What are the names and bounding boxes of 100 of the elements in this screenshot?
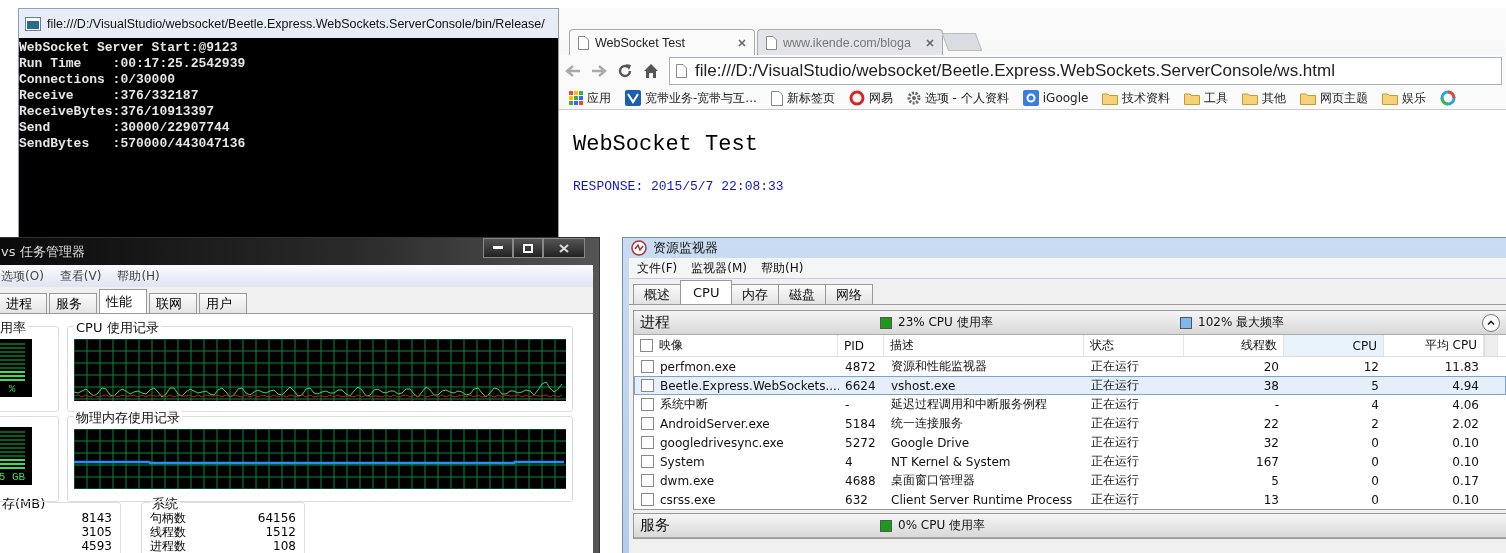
group-title: CPU 使用记录 — [74, 319, 161, 337]
menu-item[interactable]: 查看(V) — [59, 267, 102, 285]
process-row[interactable]: Beetle.Express.WebSockets.... 6624 vshost.exe 正在运行 38 5 4.94 — [634, 376, 1506, 395]
table-cell: System — [660, 454, 705, 469]
bookmark[interactable]: iGoogle — [1042, 91, 1089, 105]
table-cell: Google Drive — [891, 435, 970, 450]
bookmark[interactable]: 宽带业务-宽带与互... — [645, 89, 757, 107]
square-logo-icon — [1022, 90, 1039, 106]
tab[interactable]: 概述 — [633, 284, 681, 304]
home-icon[interactable] — [643, 63, 659, 79]
table-cell: 4688 — [845, 473, 876, 488]
menu-item[interactable]: 帮助(H) — [117, 267, 160, 285]
folder-icon — [1184, 91, 1201, 105]
table-cell: 22 — [1263, 416, 1279, 431]
table-cell: 6624 — [845, 378, 876, 393]
bookmark[interactable]: 娱乐 — [1402, 89, 1427, 107]
process-row[interactable]: 系统中断 - 延迟过程调用和中断服务例程 正在运行 - 4 4.06 — [634, 395, 1506, 414]
checkbox[interactable] — [641, 398, 654, 411]
url-text: file:///D:/VisualStudio/websocket/Beetle.Express.WebSockets.ServerConsole/ws.html — [695, 61, 1335, 81]
folder-icon — [1102, 91, 1119, 105]
process-row[interactable]: googledrivesync.exe 5272 Google Drive 正在运行 32 0 0.10 — [634, 433, 1506, 452]
table-cell: 167 — [1256, 454, 1279, 469]
browser-tab[interactable]: www.ikende.com/bloga — [757, 29, 943, 55]
process-row[interactable]: csrss.exe 632 Client Server Runtime Process 正在运行 13 0 0.10 — [634, 490, 1506, 509]
tab[interactable]: 进程 — [0, 293, 47, 313]
back-icon[interactable] — [565, 64, 581, 78]
column-header[interactable]: CPU — [1284, 335, 1384, 356]
tab[interactable]: 用户 — [199, 293, 247, 313]
bookmark[interactable]: 新标签页 — [786, 89, 835, 107]
menu-item[interactable]: 监视器(M) — [691, 259, 747, 277]
tab[interactable]: 网络 — [825, 284, 874, 304]
section-header[interactable]: 服务 0% CPU 使用率 — [634, 514, 1506, 538]
page-icon — [770, 90, 783, 106]
table-cell: 4 — [845, 454, 853, 469]
process-row[interactable]: dwm.exe 4688 桌面窗口管理器 正在运行 5 0 0.17 — [634, 471, 1506, 490]
column-header[interactable]: 描述 — [884, 335, 1084, 356]
collapse-button[interactable] — [1482, 313, 1500, 332]
bookmark[interactable]: 网易 — [868, 89, 893, 107]
close-button[interactable] — [543, 238, 585, 258]
column-header[interactable]: 映像 — [634, 335, 838, 356]
checkbox[interactable] — [641, 493, 654, 506]
close-icon[interactable] — [926, 38, 934, 47]
process-row[interactable]: perfmon.exe 4872 资源和性能监视器 正在运行 20 12 11.83 — [634, 357, 1506, 376]
bookmark[interactable]: 工具 — [1204, 89, 1229, 107]
table-cell: 632 — [845, 492, 868, 507]
checkbox[interactable] — [640, 339, 653, 352]
tab[interactable]: CPU — [680, 280, 733, 304]
table-cell: 2 — [1371, 416, 1379, 431]
tab[interactable]: 内存 — [731, 284, 780, 304]
column-header[interactable]: 状态 — [1084, 335, 1184, 356]
maximize-button[interactable] — [513, 238, 543, 258]
bookmark[interactable]: 应用 — [587, 89, 611, 107]
bookmark[interactable]: 其他 — [1262, 89, 1287, 107]
minimize-icon — [493, 246, 503, 250]
tab[interactable]: 性能 — [99, 289, 147, 313]
column-header[interactable]: PID — [838, 335, 884, 356]
reload-icon[interactable] — [617, 63, 633, 79]
checkbox[interactable] — [641, 455, 654, 468]
process-row[interactable]: System 4 NT Kernel & System 正在运行 167 0 0.10 — [634, 452, 1506, 471]
forward-icon[interactable] — [591, 64, 607, 78]
tab[interactable]: 联网 — [149, 293, 197, 313]
bookmark[interactable]: 技术资料 — [1122, 89, 1171, 107]
group-title: 物理内存使用记录 — [74, 409, 182, 427]
bookmark[interactable]: 选项 - 个人资料 — [924, 89, 1009, 107]
table-cell: 5272 — [845, 435, 876, 450]
close-icon — [559, 243, 569, 253]
console-line: Connections :0/30000 — [19, 72, 176, 88]
table-cell: 0 — [1371, 473, 1379, 488]
new-tab-button[interactable] — [941, 33, 983, 51]
checkbox[interactable] — [641, 360, 654, 373]
section-header[interactable]: 进程 23% CPU 使用率 102% 最大频率 — [634, 311, 1506, 335]
menu-item[interactable]: 选项(O) — [1, 267, 44, 285]
table-cell: 系统中断 — [660, 396, 708, 413]
table-cell: 延迟过程调用和中断服务例程 — [891, 396, 1047, 413]
address-bar[interactable]: file:///D:/VisualStudio/websocket/Beetle.Express.WebSockets.ServerConsole/ws.html — [669, 57, 1502, 85]
browser-tab[interactable]: WebSocket Test — [569, 29, 755, 55]
colorful-ring-icon[interactable] — [1440, 90, 1457, 106]
menu-item[interactable]: 文件(F) — [637, 259, 678, 277]
tab[interactable]: 磁盘 — [778, 284, 827, 304]
page-icon — [766, 35, 777, 50]
section-title: 服务 — [640, 516, 671, 535]
checkbox[interactable] — [641, 436, 654, 449]
close-icon[interactable] — [738, 38, 746, 47]
tab[interactable]: 服务 — [49, 293, 97, 313]
group-title: 用率 — [0, 319, 28, 337]
menu-item[interactable]: 帮助(H) — [761, 259, 804, 277]
console-line: ReceiveBytes:376/10913397 — [19, 104, 215, 120]
table-cell: 4872 — [845, 359, 876, 374]
checkbox[interactable] — [641, 379, 654, 392]
checkbox[interactable] — [641, 474, 654, 487]
chevron-up-icon — [1487, 320, 1495, 325]
minimize-button[interactable] — [483, 238, 513, 258]
table-cell: 12 — [1363, 359, 1379, 374]
stat-label: 进程数 — [150, 539, 186, 553]
console-line: Receive :376/332187 — [19, 88, 199, 104]
checkbox[interactable] — [641, 417, 654, 430]
bookmark[interactable]: 网页主题 — [1320, 89, 1369, 107]
table-cell: 正在运行 — [1091, 434, 1139, 451]
stat-label: 线程数 — [150, 525, 186, 539]
process-row[interactable]: AndroidServer.exe 5184 统一连接服务 正在运行 22 2 2.02 — [634, 414, 1506, 433]
